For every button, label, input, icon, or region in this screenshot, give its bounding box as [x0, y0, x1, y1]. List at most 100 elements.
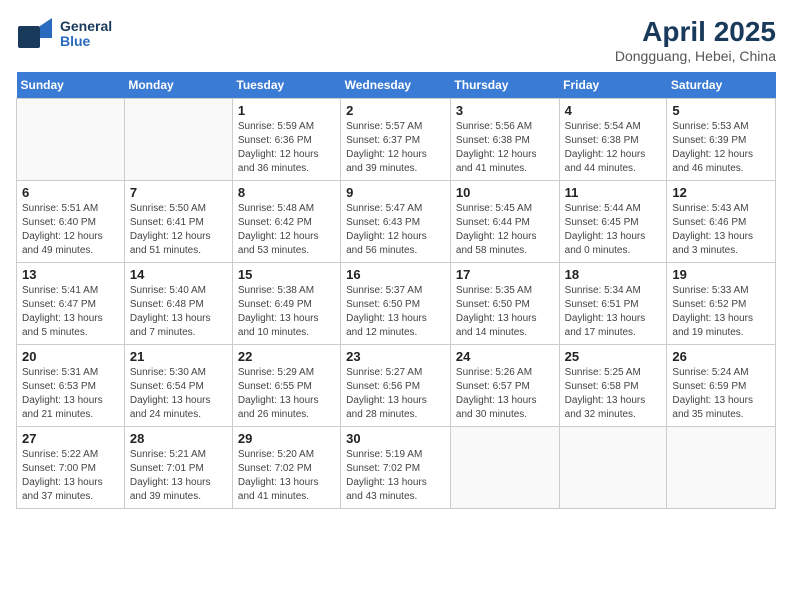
day-number: 5 — [672, 103, 770, 118]
calendar-cell: 13Sunrise: 5:41 AM Sunset: 6:47 PM Dayli… — [17, 263, 125, 345]
weekday-header: Monday — [124, 72, 232, 99]
day-number: 16 — [346, 267, 445, 282]
logo-blue: Blue — [60, 34, 112, 49]
day-info: Sunrise: 5:27 AM Sunset: 6:56 PM Dayligh… — [346, 366, 445, 422]
day-number: 28 — [130, 431, 227, 446]
day-info: Sunrise: 5:19 AM Sunset: 7:02 PM Dayligh… — [346, 448, 445, 504]
day-info: Sunrise: 5:45 AM Sunset: 6:44 PM Dayligh… — [456, 202, 554, 258]
day-number: 18 — [565, 267, 662, 282]
day-info: Sunrise: 5:26 AM Sunset: 6:57 PM Dayligh… — [456, 366, 554, 422]
day-info: Sunrise: 5:38 AM Sunset: 6:49 PM Dayligh… — [238, 284, 335, 340]
calendar-week-row: 6 Sunrise: 5:51 AM Sunset: 6:40 PM Daylig… — [17, 181, 776, 263]
day-number: 19 — [672, 267, 770, 282]
calendar-cell: 2Sunrise: 5:57 AM Sunset: 6:37 PM Daylig… — [341, 99, 451, 181]
day-info: Sunrise: 5:25 AM Sunset: 6:58 PM Dayligh… — [565, 366, 662, 422]
day-number: 8 — [238, 185, 335, 200]
calendar-cell: 21 Sunrise: 5:30 AM Sunset: 6:54 PM Dayli… — [124, 345, 232, 427]
logo-general: General — [60, 19, 112, 34]
calendar-cell: 3 Sunrise: 5:56 AM Sunset: 6:38 PM Daylig… — [450, 99, 559, 181]
calendar-cell: 6 Sunrise: 5:51 AM Sunset: 6:40 PM Daylig… — [17, 181, 125, 263]
day-info: Sunrise: 5:20 AM Sunset: 7:02 PM Dayligh… — [238, 448, 335, 504]
day-number: 9 — [346, 185, 445, 200]
day-number: 24 — [456, 349, 554, 364]
calendar-cell — [559, 427, 667, 509]
day-number: 22 — [238, 349, 335, 364]
logo-icon — [16, 16, 56, 52]
calendar-cell — [17, 99, 125, 181]
calendar-cell: 4 Sunrise: 5:54 AM Sunset: 6:38 PM Daylig… — [559, 99, 667, 181]
day-info: Sunrise: 5:56 AM Sunset: 6:38 PM Dayligh… — [456, 120, 554, 176]
title-area: April 2025 Dongguang, Hebei, China — [615, 16, 776, 64]
day-number: 6 — [22, 185, 119, 200]
day-number: 12 — [672, 185, 770, 200]
calendar-cell: 25 Sunrise: 5:25 AM Sunset: 6:58 PM Dayli… — [559, 345, 667, 427]
day-info: Sunrise: 5:21 AM Sunset: 7:01 PM Dayligh… — [130, 448, 227, 504]
calendar-cell: 18Sunrise: 5:34 AM Sunset: 6:51 PM Dayli… — [559, 263, 667, 345]
weekday-header: Sunday — [17, 72, 125, 99]
calendar-cell: 1Sunrise: 5:59 AM Sunset: 6:36 PM Daylig… — [232, 99, 340, 181]
calendar-week-row: 13Sunrise: 5:41 AM Sunset: 6:47 PM Dayli… — [17, 263, 776, 345]
weekday-header: Saturday — [667, 72, 776, 99]
weekday-header: Tuesday — [232, 72, 340, 99]
sub-title: Dongguang, Hebei, China — [615, 48, 776, 64]
calendar-cell: 29Sunrise: 5:20 AM Sunset: 7:02 PM Dayli… — [232, 427, 340, 509]
day-info: Sunrise: 5:50 AM Sunset: 6:41 PM Dayligh… — [130, 202, 227, 258]
calendar-cell: 14Sunrise: 5:40 AM Sunset: 6:48 PM Dayli… — [124, 263, 232, 345]
day-info: Sunrise: 5:33 AM Sunset: 6:52 PM Dayligh… — [672, 284, 770, 340]
calendar-cell: 19 Sunrise: 5:33 AM Sunset: 6:52 PM Dayli… — [667, 263, 776, 345]
weekday-header: Friday — [559, 72, 667, 99]
calendar-cell: 8Sunrise: 5:48 AM Sunset: 6:42 PM Daylig… — [232, 181, 340, 263]
day-number: 14 — [130, 267, 227, 282]
calendar-week-row: 20 Sunrise: 5:31 AM Sunset: 6:53 PM Dayli… — [17, 345, 776, 427]
calendar-cell: 17 Sunrise: 5:35 AM Sunset: 6:50 PM Dayli… — [450, 263, 559, 345]
day-number: 20 — [22, 349, 119, 364]
calendar-cell: 20 Sunrise: 5:31 AM Sunset: 6:53 PM Dayli… — [17, 345, 125, 427]
day-info: Sunrise: 5:35 AM Sunset: 6:50 PM Dayligh… — [456, 284, 554, 340]
calendar-cell: 7 Sunrise: 5:50 AM Sunset: 6:41 PM Daylig… — [124, 181, 232, 263]
main-title: April 2025 — [615, 16, 776, 48]
day-number: 26 — [672, 349, 770, 364]
day-info: Sunrise: 5:37 AM Sunset: 6:50 PM Dayligh… — [346, 284, 445, 340]
day-info: Sunrise: 5:47 AM Sunset: 6:43 PM Dayligh… — [346, 202, 445, 258]
logo-text: General Blue — [60, 19, 112, 50]
day-number: 2 — [346, 103, 445, 118]
day-info: Sunrise: 5:51 AM Sunset: 6:40 PM Dayligh… — [22, 202, 119, 258]
day-number: 11 — [565, 185, 662, 200]
day-info: Sunrise: 5:30 AM Sunset: 6:54 PM Dayligh… — [130, 366, 227, 422]
day-info: Sunrise: 5:31 AM Sunset: 6:53 PM Dayligh… — [22, 366, 119, 422]
calendar-cell: 10Sunrise: 5:45 AM Sunset: 6:44 PM Dayli… — [450, 181, 559, 263]
day-number: 17 — [456, 267, 554, 282]
day-info: Sunrise: 5:44 AM Sunset: 6:45 PM Dayligh… — [565, 202, 662, 258]
day-info: Sunrise: 5:59 AM Sunset: 6:36 PM Dayligh… — [238, 120, 335, 176]
day-number: 3 — [456, 103, 554, 118]
calendar-cell: 9 Sunrise: 5:47 AM Sunset: 6:43 PM Daylig… — [341, 181, 451, 263]
calendar-cell — [450, 427, 559, 509]
day-number: 4 — [565, 103, 662, 118]
weekday-header-row: SundayMondayTuesdayWednesdayThursdayFrid… — [17, 72, 776, 99]
day-info: Sunrise: 5:24 AM Sunset: 6:59 PM Dayligh… — [672, 366, 770, 422]
calendar-cell — [667, 427, 776, 509]
calendar-cell: 12Sunrise: 5:43 AM Sunset: 6:46 PM Dayli… — [667, 181, 776, 263]
day-number: 15 — [238, 267, 335, 282]
calendar-cell — [124, 99, 232, 181]
calendar-cell: 26 Sunrise: 5:24 AM Sunset: 6:59 PM Dayli… — [667, 345, 776, 427]
day-number: 13 — [22, 267, 119, 282]
calendar-cell: 15 Sunrise: 5:38 AM Sunset: 6:49 PM Dayli… — [232, 263, 340, 345]
day-info: Sunrise: 5:22 AM Sunset: 7:00 PM Dayligh… — [22, 448, 119, 504]
day-info: Sunrise: 5:54 AM Sunset: 6:38 PM Dayligh… — [565, 120, 662, 176]
day-info: Sunrise: 5:29 AM Sunset: 6:55 PM Dayligh… — [238, 366, 335, 422]
calendar-table: SundayMondayTuesdayWednesdayThursdayFrid… — [16, 72, 776, 509]
calendar-cell: 5Sunrise: 5:53 AM Sunset: 6:39 PM Daylig… — [667, 99, 776, 181]
day-number: 7 — [130, 185, 227, 200]
day-number: 25 — [565, 349, 662, 364]
weekday-header: Wednesday — [341, 72, 451, 99]
day-number: 27 — [22, 431, 119, 446]
day-number: 23 — [346, 349, 445, 364]
calendar-cell: 23 Sunrise: 5:27 AM Sunset: 6:56 PM Dayli… — [341, 345, 451, 427]
day-number: 30 — [346, 431, 445, 446]
day-number: 21 — [130, 349, 227, 364]
logo: General Blue — [16, 16, 112, 52]
calendar-cell: 30 Sunrise: 5:19 AM Sunset: 7:02 PM Dayli… — [341, 427, 451, 509]
calendar-cell: 27 Sunrise: 5:22 AM Sunset: 7:00 PM Dayli… — [17, 427, 125, 509]
calendar-cell: 11 Sunrise: 5:44 AM Sunset: 6:45 PM Dayli… — [559, 181, 667, 263]
